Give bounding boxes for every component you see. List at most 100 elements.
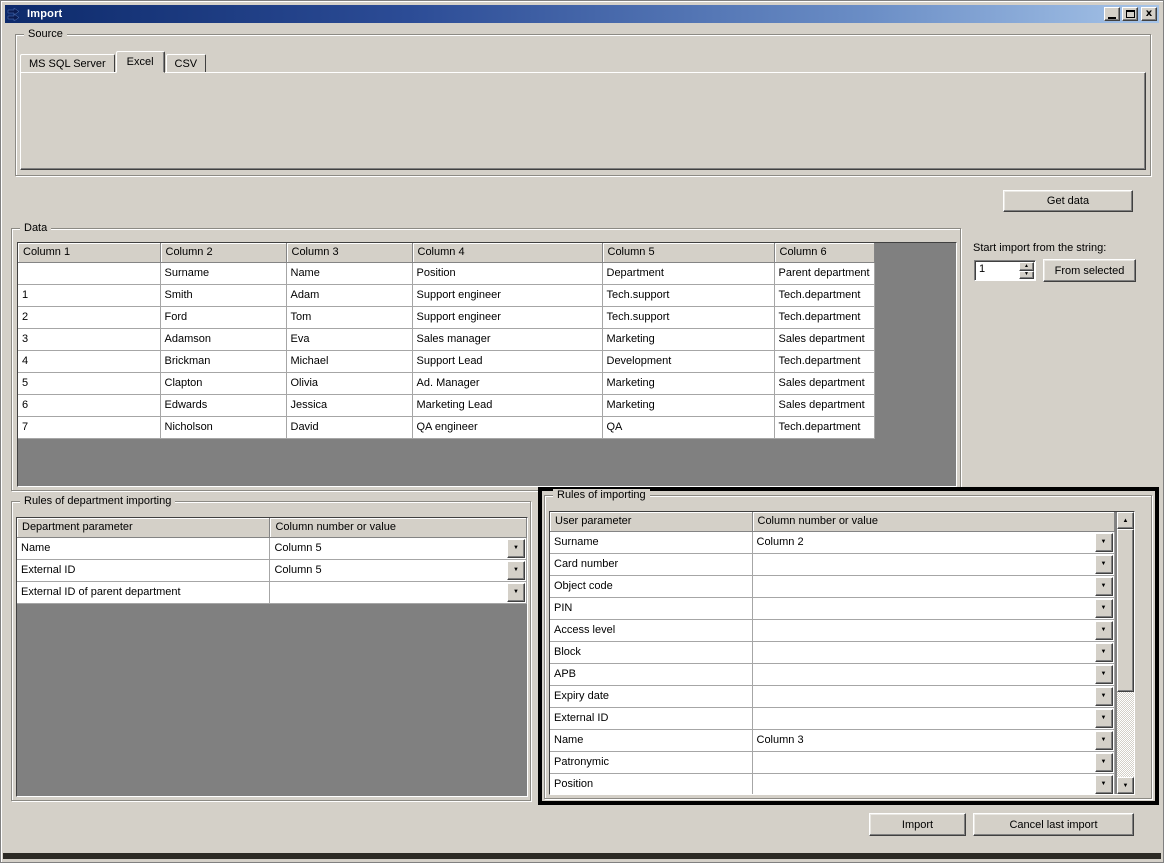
data-cell[interactable]: Tech.support: [602, 306, 774, 328]
scrollbar-up-button[interactable]: ▲: [1117, 512, 1134, 529]
data-cell[interactable]: Marketing: [602, 394, 774, 416]
data-cell[interactable]: Smith: [160, 284, 286, 306]
data-cell[interactable]: Jessica: [286, 394, 412, 416]
minimize-button[interactable]: [1104, 7, 1120, 21]
data-cell[interactable]: Tech.department: [774, 284, 874, 306]
data-cell[interactable]: 7: [18, 416, 160, 438]
from-selected-button[interactable]: From selected: [1043, 259, 1136, 282]
data-cell[interactable]: Tech.support: [602, 284, 774, 306]
user-param-cell[interactable]: APB: [550, 663, 752, 685]
user-value-dropdown-button[interactable]: ▼: [1095, 665, 1113, 684]
user-value-cell-selected[interactable]: Column 4 ▼: [752, 773, 1114, 795]
titlebar[interactable]: Import x: [5, 5, 1159, 23]
user-value-dropdown-button[interactable]: ▼: [1095, 555, 1113, 574]
user-value-cell[interactable]: ▼: [752, 619, 1114, 641]
user-param-cell[interactable]: Access level: [550, 619, 752, 641]
user-value-dropdown-button[interactable]: ▼: [1095, 533, 1113, 552]
data-col-header[interactable]: Column 6: [774, 243, 874, 262]
data-cell[interactable]: 5: [18, 372, 160, 394]
user-value-cell[interactable]: Column 3 ▼: [752, 729, 1114, 751]
data-cell[interactable]: Clapton: [160, 372, 286, 394]
data-cell[interactable]: 1: [18, 284, 160, 306]
user-param-cell[interactable]: Block: [550, 641, 752, 663]
dept-value-cell-selected[interactable]: Column 6 ▼: [270, 581, 527, 603]
user-param-cell[interactable]: External ID: [550, 707, 752, 729]
user-param-cell[interactable]: Expiry date: [550, 685, 752, 707]
user-value-dropdown-button[interactable]: ▼: [1095, 731, 1113, 750]
vertical-scrollbar[interactable]: ▲ ▼: [1117, 512, 1134, 794]
data-cell[interactable]: Adam: [286, 284, 412, 306]
user-value-cell[interactable]: Column 2 ▼: [752, 531, 1114, 553]
data-cell[interactable]: 3: [18, 328, 160, 350]
data-cell[interactable]: Nicholson: [160, 416, 286, 438]
user-value-cell[interactable]: ▼: [752, 597, 1114, 619]
dept-param-cell[interactable]: Name: [17, 537, 270, 559]
data-cell[interactable]: Ad. Manager: [412, 372, 602, 394]
import-button[interactable]: Import: [869, 813, 966, 836]
user-param-cell[interactable]: Object code: [550, 575, 752, 597]
data-cell[interactable]: Support engineer: [412, 284, 602, 306]
data-cell[interactable]: 4: [18, 350, 160, 372]
data-cell[interactable]: QA: [602, 416, 774, 438]
user-value-cell[interactable]: ▼: [752, 751, 1114, 773]
data-col-header[interactable]: Column 3: [286, 243, 412, 262]
cancel-last-import-button[interactable]: Cancel last import: [973, 813, 1134, 836]
user-value-cell[interactable]: ▼: [752, 707, 1114, 729]
data-cell[interactable]: Tech.department: [774, 416, 874, 438]
data-cell[interactable]: Sales manager: [412, 328, 602, 350]
data-col-header[interactable]: Column 1: [18, 243, 160, 262]
data-col-header[interactable]: Column 4: [412, 243, 602, 262]
data-cell[interactable]: Michael: [286, 350, 412, 372]
user-value-dropdown-button[interactable]: ▼: [1095, 599, 1113, 618]
scrollbar-down-button[interactable]: ▼: [1117, 777, 1134, 794]
spinner-up-button[interactable]: ▲: [1019, 262, 1034, 271]
user-value-dropdown-button[interactable]: ▼: [1095, 709, 1113, 728]
user-value-dropdown-button[interactable]: ▼: [1095, 775, 1113, 794]
data-col-header[interactable]: Column 5: [602, 243, 774, 262]
data-cell[interactable]: Ford: [160, 306, 286, 328]
get-data-button[interactable]: Get data: [1003, 190, 1133, 212]
dept-param-cell[interactable]: External ID of parent department: [17, 581, 270, 603]
data-cell[interactable]: Name: [286, 262, 412, 284]
data-cell[interactable]: Surname: [160, 262, 286, 284]
maximize-button[interactable]: [1122, 7, 1138, 21]
user-value-dropdown-button[interactable]: ▼: [1095, 753, 1113, 772]
user-param-cell[interactable]: Surname: [550, 531, 752, 553]
data-cell[interactable]: Sales department: [774, 372, 874, 394]
data-cell[interactable]: Tech.department: [774, 306, 874, 328]
data-cell[interactable]: Tom: [286, 306, 412, 328]
user-value-cell[interactable]: ▼: [752, 685, 1114, 707]
tab-csv[interactable]: CSV: [166, 54, 207, 73]
user-param-cell[interactable]: Patronymic: [550, 751, 752, 773]
user-value-dropdown-button[interactable]: ▼: [1095, 687, 1113, 706]
data-cell[interactable]: Position: [412, 262, 602, 284]
user-param-cell[interactable]: Name: [550, 729, 752, 751]
data-cell[interactable]: Sales department: [774, 328, 874, 350]
user-param-cell[interactable]: Card number: [550, 553, 752, 575]
data-cell[interactable]: Development: [602, 350, 774, 372]
data-cell[interactable]: Sales department: [774, 394, 874, 416]
dept-value-dropdown-button[interactable]: ▼: [507, 583, 525, 602]
data-cell-selected[interactable]: ID: [18, 262, 160, 284]
user-value-cell[interactable]: ▼: [752, 553, 1114, 575]
data-cell[interactable]: Brickman: [160, 350, 286, 372]
data-cell[interactable]: Olivia: [286, 372, 412, 394]
data-cell[interactable]: Marketing: [602, 372, 774, 394]
scrollbar-thumb[interactable]: [1117, 529, 1134, 692]
dept-value-cell[interactable]: Column 5 ▼: [270, 559, 527, 581]
data-cell[interactable]: Parent department: [774, 262, 874, 284]
data-cell[interactable]: Support Lead: [412, 350, 602, 372]
data-cell[interactable]: Support engineer: [412, 306, 602, 328]
close-button[interactable]: x: [1141, 7, 1157, 21]
user-param-cell[interactable]: Position: [550, 773, 752, 795]
tab-ms-sql-server[interactable]: MS SQL Server: [20, 54, 115, 73]
dept-value-dropdown-button[interactable]: ▼: [507, 539, 525, 558]
spinner-down-button[interactable]: ▼: [1019, 271, 1034, 280]
data-cell[interactable]: Adamson: [160, 328, 286, 350]
user-value-dropdown-button[interactable]: ▼: [1095, 577, 1113, 596]
data-cell[interactable]: Eva: [286, 328, 412, 350]
tab-excel[interactable]: Excel: [116, 51, 165, 73]
data-cell[interactable]: 2: [18, 306, 160, 328]
data-cell[interactable]: Edwards: [160, 394, 286, 416]
user-value-dropdown-button[interactable]: ▼: [1095, 643, 1113, 662]
